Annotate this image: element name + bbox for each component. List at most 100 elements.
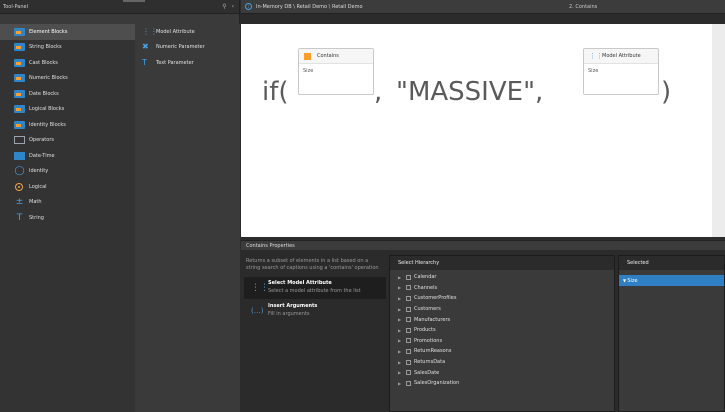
- expand-arrow-icon[interactable]: ▶: [398, 381, 404, 386]
- tool-panel: Tool-Panel ⚲ ‹ Element Blocks String Blo…: [0, 0, 240, 412]
- hierarchy-item-label: Promotions: [414, 337, 443, 344]
- hierarchy-checkbox[interactable]: [406, 327, 411, 333]
- model-attribute-icon: ⋮⋮: [142, 26, 158, 36]
- category-date-blocks[interactable]: Date Blocks: [0, 86, 135, 102]
- hierarchy-item-label: Calendar: [414, 274, 437, 281]
- breadcrumb: i In-Memory DB \ Retail Demo \ Retail De…: [241, 0, 725, 14]
- breadcrumb-path: In-Memory DB \ Retail Demo \ Retail Demo: [256, 3, 363, 10]
- category-math[interactable]: ± Math: [0, 195, 135, 211]
- hierarchy-item-label: SalesDate: [414, 369, 440, 376]
- formula-close-paren: ): [661, 77, 672, 107]
- selected-item[interactable]: ▼ Size: [619, 275, 724, 286]
- category-label: Logical Blocks: [29, 106, 65, 113]
- properties-description: Returns a subset of elements in a list b…: [246, 258, 379, 271]
- hierarchy-checkbox[interactable]: [406, 380, 411, 386]
- formula-canvas[interactable]: if( Contains Size , "MASSIVE", ⋮⋮ Model …: [241, 24, 712, 237]
- category-logical[interactable]: Logical: [0, 179, 135, 195]
- option-subtitle: Select a model attribute from the list: [268, 288, 361, 294]
- tool-element-list: ⋮⋮ Model Attribute ✖ Numeric Parameter T…: [135, 24, 240, 412]
- expand-arrow-icon[interactable]: ▶: [398, 338, 404, 343]
- hierarchy-item-label: Customers: [414, 306, 441, 313]
- hierarchy-checkbox[interactable]: [406, 348, 411, 354]
- hierarchy-item-label: SalesOrganization: [414, 380, 460, 387]
- hierarchy-item-label: Products: [414, 327, 436, 334]
- element-label: Numeric Parameter: [156, 44, 205, 51]
- hierarchy-item[interactable]: ▶ Calendar: [390, 272, 614, 283]
- category-string-blocks[interactable]: String Blocks: [0, 40, 135, 56]
- collapse-icon[interactable]: ‹: [232, 3, 234, 10]
- category-logical-blocks[interactable]: Logical Blocks: [0, 102, 135, 118]
- hierarchy-checkbox[interactable]: [406, 370, 411, 376]
- info-icon[interactable]: i: [245, 3, 252, 10]
- expand-arrow-icon[interactable]: ▶: [398, 370, 404, 375]
- hierarchy-checkbox[interactable]: [406, 285, 411, 291]
- model-attribute-slot-icon: ⋮⋮: [589, 52, 603, 60]
- expand-arrow-icon[interactable]: ▶: [398, 275, 404, 280]
- category-cast-blocks[interactable]: Cast Blocks: [0, 55, 135, 71]
- properties-header: Contains Properties: [241, 240, 725, 250]
- selected-title: Selected: [619, 256, 724, 270]
- category-label: String Blocks: [29, 44, 62, 51]
- hierarchy-item[interactable]: ▶ CustomerProfiles: [390, 293, 614, 304]
- tool-panel-header: Tool-Panel ⚲ ‹: [0, 0, 239, 14]
- selected-item-label: Size: [627, 278, 638, 284]
- category-label: Identity Blocks: [29, 121, 66, 128]
- model-attribute-slot-title: Model Attribute: [602, 53, 641, 59]
- hierarchy-checkbox[interactable]: [406, 317, 411, 323]
- identity-block-icon: [14, 120, 25, 129]
- category-identity[interactable]: ◯ Identity: [0, 164, 135, 180]
- category-label: String: [29, 214, 44, 221]
- insert-arguments-option[interactable]: (…) Insert Arguments Fill in arguments: [244, 300, 386, 322]
- element-numeric-parameter[interactable]: ✖ Numeric Parameter: [135, 40, 240, 56]
- string-icon: T: [16, 212, 23, 223]
- hierarchy-item[interactable]: ▶ SalesOrganization: [390, 378, 614, 389]
- hierarchy-item[interactable]: ▶ Channels: [390, 283, 614, 294]
- hierarchy-item[interactable]: ▶ ReturnsData: [390, 357, 614, 368]
- expand-arrow-icon[interactable]: ▶: [398, 307, 404, 312]
- category-operators[interactable]: Operators: [0, 133, 135, 149]
- arguments-icon: (…): [251, 307, 264, 315]
- category-identity-blocks[interactable]: Identity Blocks: [0, 117, 135, 133]
- hierarchy-item-label: Manufacturers: [414, 316, 451, 323]
- hierarchy-item[interactable]: ▶ SalesDate: [390, 367, 614, 378]
- logical-icon: [15, 182, 23, 191]
- hierarchy-item[interactable]: ▶ Promotions: [390, 336, 614, 347]
- category-label: Numeric Blocks: [29, 75, 68, 82]
- contains-slot[interactable]: Contains Size: [298, 48, 374, 95]
- hierarchy-item[interactable]: ▶ Customers: [390, 304, 614, 315]
- expand-arrow-icon[interactable]: ▶: [398, 360, 404, 365]
- hierarchy-item[interactable]: ▶ ReturnReasons: [390, 346, 614, 357]
- model-attribute-slot[interactable]: ⋮⋮ Model Attribute Size: [583, 48, 659, 95]
- hierarchy-checkbox[interactable]: [406, 338, 411, 344]
- search-icon[interactable]: ⚲: [222, 3, 226, 10]
- hierarchy-item[interactable]: ▶ Products: [390, 325, 614, 336]
- hierarchy-checkbox[interactable]: [406, 295, 411, 301]
- select-model-attribute-option[interactable]: ⋮⋮ Select Model Attribute Select a model…: [244, 277, 386, 299]
- select-hierarchy-panel: Select Hierarchy ▶ Calendar ▶ Channels ▶ Cust…: [389, 255, 615, 412]
- numeric-block-icon: [14, 74, 25, 83]
- option-subtitle: Fill in arguments: [268, 311, 310, 317]
- category-numeric-blocks[interactable]: Numeric Blocks: [0, 71, 135, 87]
- hierarchy-title: Select Hierarchy: [390, 256, 614, 270]
- category-date-time[interactable]: Date-Time: [0, 148, 135, 164]
- category-label: Cast Blocks: [29, 59, 58, 66]
- hierarchy-list: ▶ Calendar ▶ Channels ▶ CustomerProfiles ▶ Cust…: [390, 270, 614, 389]
- element-text-parameter[interactable]: T Text Parameter: [135, 55, 240, 71]
- hierarchy-checkbox[interactable]: [406, 274, 411, 280]
- category-label: Date Blocks: [29, 90, 59, 97]
- hierarchy-checkbox[interactable]: [406, 359, 411, 365]
- expand-arrow-icon[interactable]: ▶: [398, 328, 404, 333]
- operators-icon: [14, 136, 25, 145]
- expand-arrow-icon[interactable]: ▶: [398, 285, 404, 290]
- category-element-blocks[interactable]: Element Blocks: [0, 24, 135, 40]
- expand-arrow-icon[interactable]: ▶: [398, 349, 404, 354]
- date-time-icon: [14, 151, 25, 160]
- element-label: Text Parameter: [156, 59, 194, 66]
- expand-arrow-icon[interactable]: ▶: [398, 317, 404, 322]
- element-model-attribute[interactable]: ⋮⋮ Model Attribute: [135, 24, 240, 40]
- hierarchy-checkbox[interactable]: [406, 306, 411, 312]
- category-string[interactable]: T String: [0, 210, 135, 226]
- step-title: 2. Contains: [569, 4, 598, 10]
- hierarchy-item[interactable]: ▶ Manufacturers: [390, 314, 614, 325]
- expand-arrow-icon[interactable]: ▶: [398, 296, 404, 301]
